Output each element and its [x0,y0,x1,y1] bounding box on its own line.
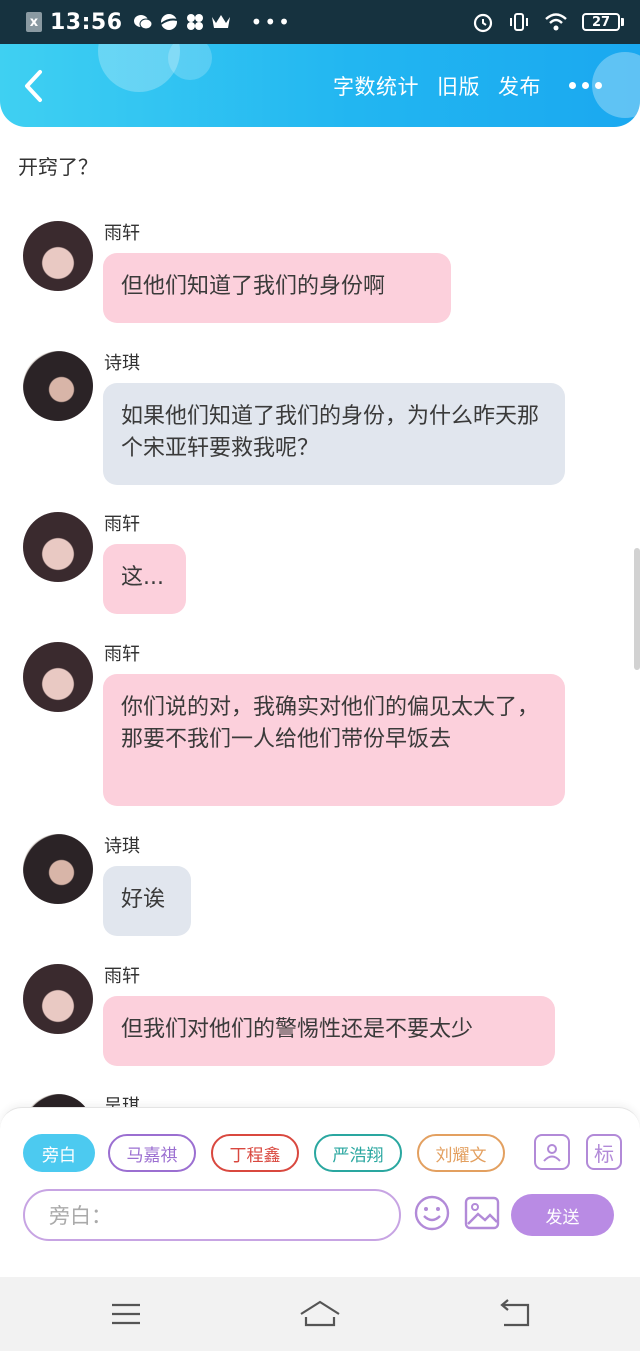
menu-icon [112,1303,140,1325]
battery-level: 27 [582,13,620,31]
status-time: 13:56 [50,9,123,35]
avatar[interactable] [23,512,93,582]
avatar[interactable] [23,642,93,712]
image-button[interactable] [463,1194,501,1232]
avatar[interactable] [23,964,93,1034]
vibrate-icon [508,11,530,33]
sender-name: 诗琪 [104,353,140,374]
old-version-button[interactable]: 旧版 [437,71,480,101]
role-chip-ma-jiaqi[interactable]: 马嘉祺 [108,1134,196,1172]
message-bubble[interactable]: 如果他们知道了我们的身份，为什么昨天那个宋亚轩要救我呢？ [103,383,565,485]
composer-panel: 旁白 马嘉祺 丁程鑫 严浩翔 刘耀文 标 旁白： 发送 [0,1107,640,1278]
menu-nav-button[interactable] [104,1297,148,1331]
avatar[interactable] [23,1094,93,1107]
chat-area[interactable]: 开窍了？ 雨轩 但他们知道了我们的身份啊 诗琪 如果他们知道了我们的身份，为什么… [0,127,640,1107]
sender-name: 诗琪 [104,836,140,857]
chat-message: 诗琪 好诶 [23,834,623,944]
sender-name: 雨轩 [104,966,140,987]
wifi-icon [544,12,568,32]
person-icon [543,1144,561,1162]
smiley-icon [414,1195,450,1231]
avatar[interactable] [23,221,93,291]
chevron-left-icon [25,70,42,102]
back-button[interactable] [18,66,54,106]
avatar[interactable] [23,834,93,904]
role-chip-liu-yaowen[interactable]: 刘耀文 [417,1134,505,1172]
sender-name: 雨轩 [104,514,140,535]
back-nav-button[interactable] [492,1297,536,1331]
status-bar: x 13:56 ••• 27 [0,0,640,44]
more-dots-icon: ••• [250,10,292,34]
scrollbar[interactable] [634,548,640,670]
message-bubble[interactable]: 但他们知道了我们的身份啊 [103,253,451,323]
sender-name: 雨轩 [104,223,140,244]
message-input[interactable]: 旁白： [23,1189,401,1241]
alarm-icon [472,11,494,33]
chat-message: 雨轩 但他们知道了我们的身份啊 [23,221,623,331]
more-options-icon[interactable] [569,82,602,89]
message-bubble[interactable]: 这... [103,544,186,614]
character-manage-button[interactable] [534,1134,570,1170]
flower-icon [185,12,205,32]
return-icon [500,1299,530,1327]
narration-text: 开窍了？ [18,155,98,179]
chat-message: 雨轩 你们说的对，我确实对他们的偏见太大了，那要不我们一人给他们带份早饭去 [23,642,623,812]
chat-message: 吴琪 [23,1094,623,1107]
sender-name: 雨轩 [104,644,140,665]
avatar[interactable] [23,351,93,421]
sender-name: 吴琪 [104,1096,140,1107]
battery-icon: 27 [582,13,624,31]
send-button[interactable]: 发送 [511,1194,614,1236]
planet-icon [159,12,179,32]
home-icon [300,1300,340,1327]
word-count-button[interactable]: 字数统计 [333,71,419,101]
message-bubble[interactable]: 好诶 [103,866,191,936]
wechat-icon [133,13,153,31]
message-bubble[interactable]: 但我们对他们的警惕性还是不要太少 [103,996,555,1066]
crown-icon [211,13,231,31]
tag-button[interactable]: 标 [586,1134,622,1170]
chat-message: 雨轩 但我们对他们的警惕性还是不要太少 [23,964,623,1074]
chat-message: 雨轩 这... [23,512,623,622]
top-app-bar: 字数统计 旧版 发布 [0,44,640,127]
system-nav-bar [0,1277,640,1351]
role-chip-narration[interactable]: 旁白 [23,1134,95,1172]
close-box-icon: x [26,12,42,32]
role-chip-ding-chengxin[interactable]: 丁程鑫 [211,1134,299,1172]
role-chip-yan-haoxiang[interactable]: 严浩翔 [314,1134,402,1172]
chat-message: 诗琪 如果他们知道了我们的身份，为什么昨天那个宋亚轩要救我呢？ [23,351,623,491]
emoji-button[interactable] [413,1194,451,1232]
home-nav-button[interactable] [298,1297,342,1331]
message-bubble[interactable]: 你们说的对，我确实对他们的偏见太大了，那要不我们一人给他们带份早饭去 [103,674,565,806]
image-icon [464,1196,500,1230]
publish-button[interactable]: 发布 [498,71,541,101]
